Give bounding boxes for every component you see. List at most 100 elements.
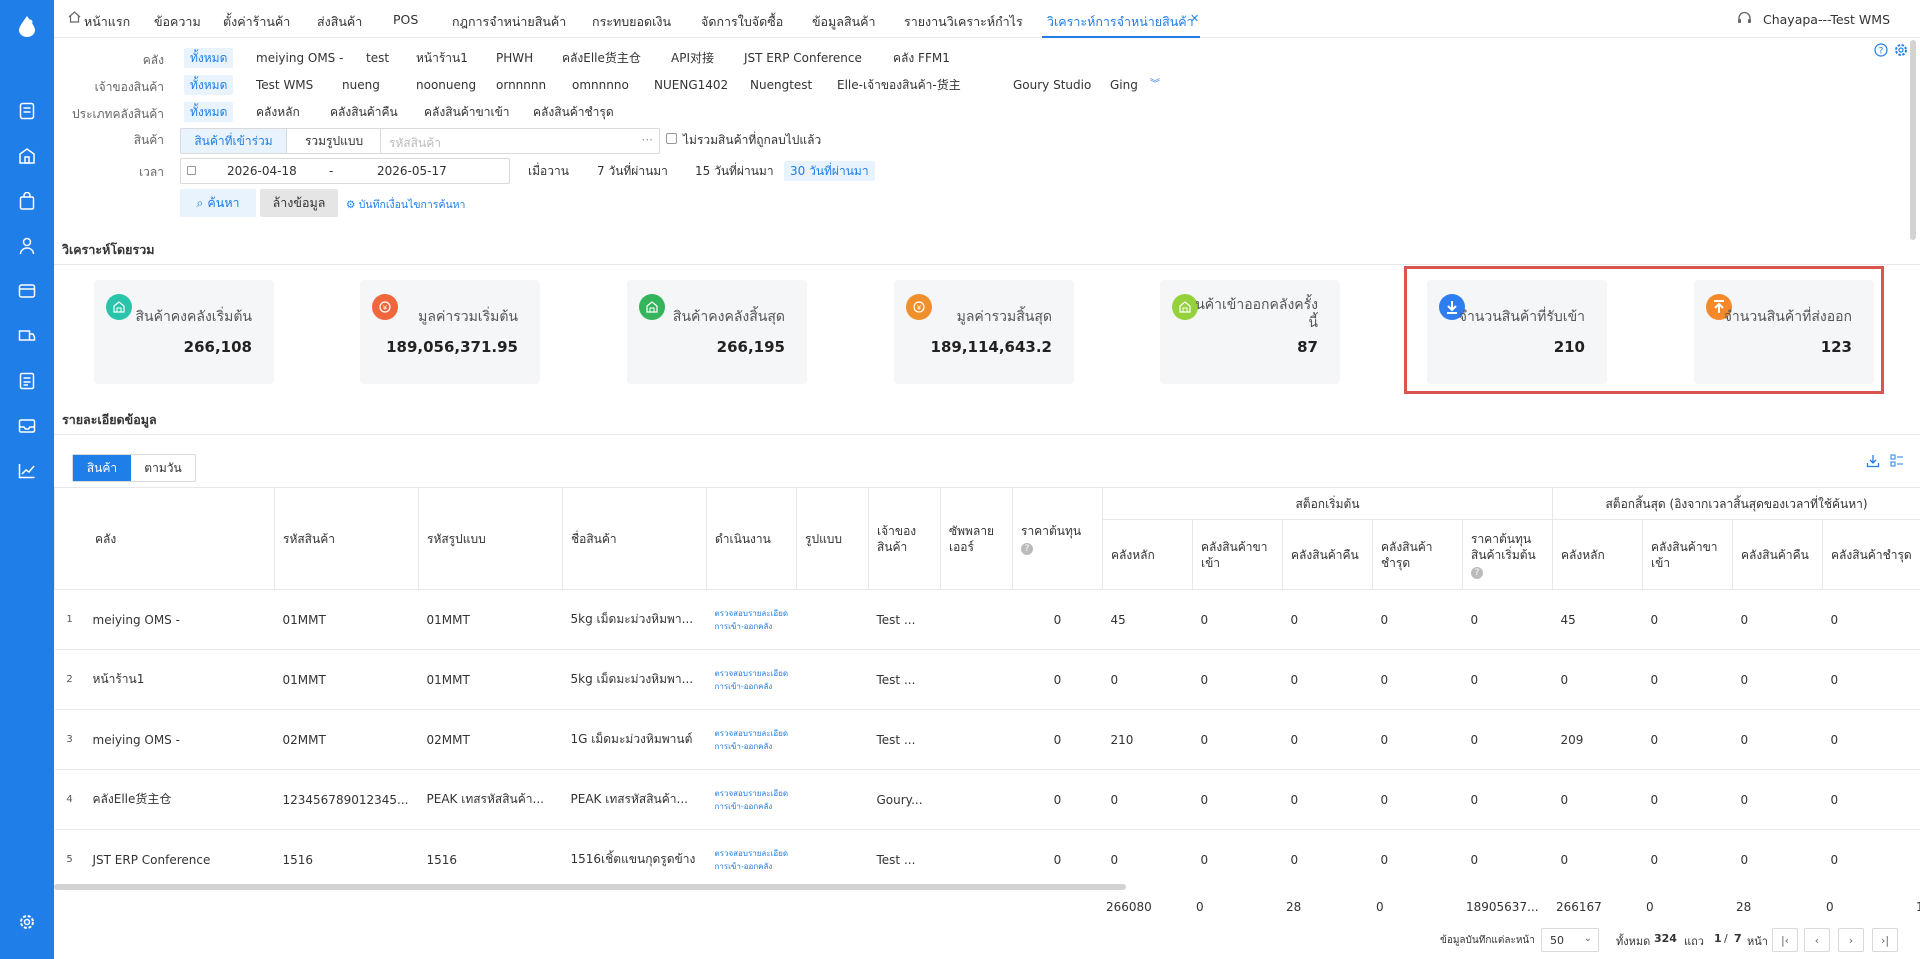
owner-option[interactable]: Elle-เจ้าของสินค้า-货主 bbox=[831, 75, 967, 95]
tab-sales-analysis[interactable]: วิเคราะห์การจำหน่ายสินค้า bbox=[1047, 12, 1194, 32]
quick-15-days[interactable]: 15 วันที่ผ่านมา bbox=[689, 161, 780, 181]
warehouse-option[interactable]: คลังElle货主仓 bbox=[556, 48, 647, 68]
quick-30-days[interactable]: 30 วันที่ผ่านมา bbox=[784, 161, 875, 181]
expand-double-chevron-icon[interactable]: ︾ bbox=[1144, 75, 1166, 95]
next-page-icon[interactable]: › bbox=[1838, 928, 1864, 952]
col-style-code[interactable]: รหัสรูปแบบ bbox=[418, 487, 563, 590]
view-movement-link[interactable]: ตรวจสอบรายละเอียดการเข้า-ออกคลัง bbox=[706, 709, 797, 770]
owner-option[interactable]: omnnnno bbox=[566, 75, 635, 95]
columns-icon[interactable] bbox=[1890, 454, 1904, 471]
end-date[interactable]: 2026-05-17 bbox=[377, 164, 447, 178]
warehouse-option[interactable]: meiying OMS - bbox=[250, 48, 349, 68]
view-movement-link[interactable]: ตรวจสอบรายละเอียดการเข้า-ออกคลัง bbox=[706, 589, 797, 650]
question-icon[interactable]: ? bbox=[1021, 542, 1033, 555]
warehouse-option[interactable]: คลัง FFM1 bbox=[887, 48, 956, 68]
view-tab-by-day[interactable]: ตามวัน bbox=[131, 455, 195, 481]
wallet-icon[interactable] bbox=[16, 280, 38, 302]
first-page-icon[interactable]: |‹ bbox=[1772, 928, 1798, 952]
export-icon[interactable] bbox=[1866, 454, 1880, 471]
combined-styles-tab[interactable]: รวมรูปแบบ bbox=[287, 129, 381, 153]
warehouse-option-all[interactable]: ทั้งหมด bbox=[184, 48, 234, 68]
col-end-inbound[interactable]: คลังสินค้าขาเข้า bbox=[1642, 519, 1734, 590]
tab-purchase-orders[interactable]: จัดการใบจัดซื้อ bbox=[701, 12, 783, 32]
quick-7-days[interactable]: 7 วันที่ผ่านมา bbox=[591, 161, 674, 181]
owner-option[interactable]: nueng bbox=[336, 75, 386, 95]
wtype-option[interactable]: คลังสินค้าคืน bbox=[324, 102, 404, 122]
view-tab-product[interactable]: สินค้า bbox=[73, 455, 131, 481]
warehouse-option[interactable]: PHWH bbox=[490, 48, 539, 68]
owner-option[interactable]: Goury Studio bbox=[1007, 75, 1097, 95]
wtype-option[interactable]: คลังสินค้าชำรุด bbox=[527, 102, 620, 122]
view-movement-link[interactable]: ตรวจสอบรายละเอียดการเข้า-ออกคลัง bbox=[706, 769, 797, 830]
close-tab-icon[interactable]: ✕ bbox=[1190, 12, 1199, 25]
sku-search-input[interactable]: รหัสสินค้า ··· bbox=[380, 128, 660, 154]
date-range-picker[interactable]: 2026-04-18 - 2026-05-17 bbox=[180, 158, 510, 184]
per-page-select[interactable]: 50 ⌄ bbox=[1541, 928, 1599, 952]
table-row[interactable]: 3 meiying OMS -02MMT 02MMT 1G เม็ดมะม่วงหิม… bbox=[54, 709, 1920, 770]
warehouse-option[interactable]: API对接 bbox=[665, 48, 720, 68]
table-row[interactable]: 5 JST ERP Conference 1516 1516 1516เชิ้ตแขนก… bbox=[54, 829, 1920, 887]
user-icon[interactable] bbox=[16, 235, 38, 257]
owner-option-all[interactable]: ทั้งหมด bbox=[184, 75, 234, 95]
home-icon[interactable] bbox=[68, 11, 81, 26]
col-name[interactable]: ชื่อสินค้า bbox=[562, 487, 707, 590]
vertical-scrollbar[interactable] bbox=[1910, 40, 1916, 240]
table-row[interactable]: 4 คลังElle货主仓 123456789012345... PEAK เทสรห… bbox=[54, 769, 1920, 830]
document-icon[interactable] bbox=[16, 100, 38, 122]
owner-option[interactable]: Test WMS bbox=[250, 75, 319, 95]
tab-sales-rules[interactable]: กฎการจำหน่ายสินค้า bbox=[452, 12, 566, 32]
tab-shipping[interactable]: ส่งสินค้า bbox=[317, 12, 362, 32]
wtype-option[interactable]: คลังหลัก bbox=[250, 102, 306, 122]
tab-reconciliation[interactable]: กระทบยอดเงิน bbox=[592, 12, 671, 32]
help-icon[interactable]: ? bbox=[1874, 43, 1888, 60]
table-row[interactable]: 2 หน้าร้าน1 01MMT 01MMT 5kg เม็ดมะม่วงหิมพา.… bbox=[54, 649, 1920, 710]
warehouse-option[interactable]: หน้าร้าน1 bbox=[410, 48, 474, 68]
inbox-icon[interactable] bbox=[16, 415, 38, 437]
col-warehouse[interactable]: คลัง bbox=[54, 487, 275, 590]
save-conditions-link[interactable]: ⚙ บันทึกเงื่อนไขการค้นหา bbox=[346, 196, 465, 213]
col-sku[interactable]: รหัสสินค้า bbox=[274, 487, 419, 590]
bag-icon[interactable] bbox=[16, 190, 38, 212]
view-movement-link[interactable]: ตรวจสอบรายละเอียดการเข้า-ออกคลัง bbox=[706, 649, 797, 710]
quick-yesterday[interactable]: เมื่อวาน bbox=[522, 161, 575, 181]
exclude-deleted-checkbox[interactable] bbox=[666, 133, 677, 144]
search-button[interactable]: ⌕ ค้นหา bbox=[180, 189, 256, 217]
col-start-damaged[interactable]: คลังสินค้าชำรุด bbox=[1372, 519, 1463, 590]
logo-drop-icon[interactable] bbox=[16, 14, 38, 38]
owner-option[interactable]: Ging bbox=[1104, 75, 1144, 95]
gear-icon[interactable] bbox=[1894, 43, 1908, 60]
user-name[interactable]: Chayapa---Test WMS bbox=[1763, 12, 1890, 27]
owner-option[interactable]: NUENG1402 bbox=[648, 75, 734, 95]
joined-products-tab[interactable]: สินค้าที่เข้าร่วม bbox=[181, 129, 287, 153]
settings-icon[interactable] bbox=[16, 911, 38, 933]
owner-option[interactable]: ornnnnn bbox=[490, 75, 552, 95]
col-start-main[interactable]: คลังหลัก bbox=[1102, 519, 1193, 590]
last-page-icon[interactable]: ›| bbox=[1872, 928, 1898, 952]
col-supplier[interactable]: ซัพพลายเออร์ bbox=[940, 487, 1013, 590]
col-start-returns[interactable]: คลังสินค้าคืน bbox=[1282, 519, 1373, 590]
clear-button[interactable]: ล้างข้อมูล bbox=[260, 189, 338, 217]
tab-profit-report[interactable]: รายงานวิเคราะห์กำไร bbox=[904, 12, 1023, 32]
wtype-option-all[interactable]: ทั้งหมด bbox=[184, 102, 234, 122]
col-cost[interactable]: ราคาต้นทุน? bbox=[1012, 487, 1103, 590]
owner-option[interactable]: Nuengtest bbox=[744, 75, 818, 95]
view-movement-link[interactable]: ตรวจสอบรายละเอียดการเข้า-ออกคลัง bbox=[706, 829, 797, 887]
col-owner[interactable]: เจ้าของ สินค้า bbox=[868, 487, 941, 590]
tab-home[interactable]: หน้าแรก bbox=[84, 12, 130, 32]
tab-messages[interactable]: ข้อความ bbox=[154, 12, 201, 32]
col-start-cost[interactable]: ราคาต้นทุนสินค้าเริ่มต้น ? bbox=[1461, 519, 1554, 590]
store-icon[interactable] bbox=[16, 145, 38, 167]
table-row[interactable]: 1 meiying OMS -01MMT 01MMT 5kg เม็ดมะม่วงหิ… bbox=[54, 589, 1920, 650]
trend-chart-icon[interactable] bbox=[16, 460, 38, 482]
wtype-option[interactable]: คลังสินค้าขาเข้า bbox=[418, 102, 516, 122]
owner-option[interactable]: noonueng bbox=[410, 75, 482, 95]
more-dots-icon[interactable]: ··· bbox=[642, 133, 653, 147]
col-start-inbound[interactable]: คลังสินค้าขาเข้า bbox=[1192, 519, 1283, 590]
col-end-main[interactable]: คลังหลัก bbox=[1552, 519, 1644, 590]
checklist-icon[interactable] bbox=[16, 370, 38, 392]
tab-pos[interactable]: POS bbox=[393, 12, 418, 27]
question-icon[interactable]: ? bbox=[1471, 566, 1483, 579]
start-date[interactable]: 2026-04-18 bbox=[227, 164, 297, 178]
tab-store-settings[interactable]: ตั้งค่าร้านค้า bbox=[223, 12, 290, 32]
col-style[interactable]: รูปแบบ bbox=[796, 487, 869, 590]
